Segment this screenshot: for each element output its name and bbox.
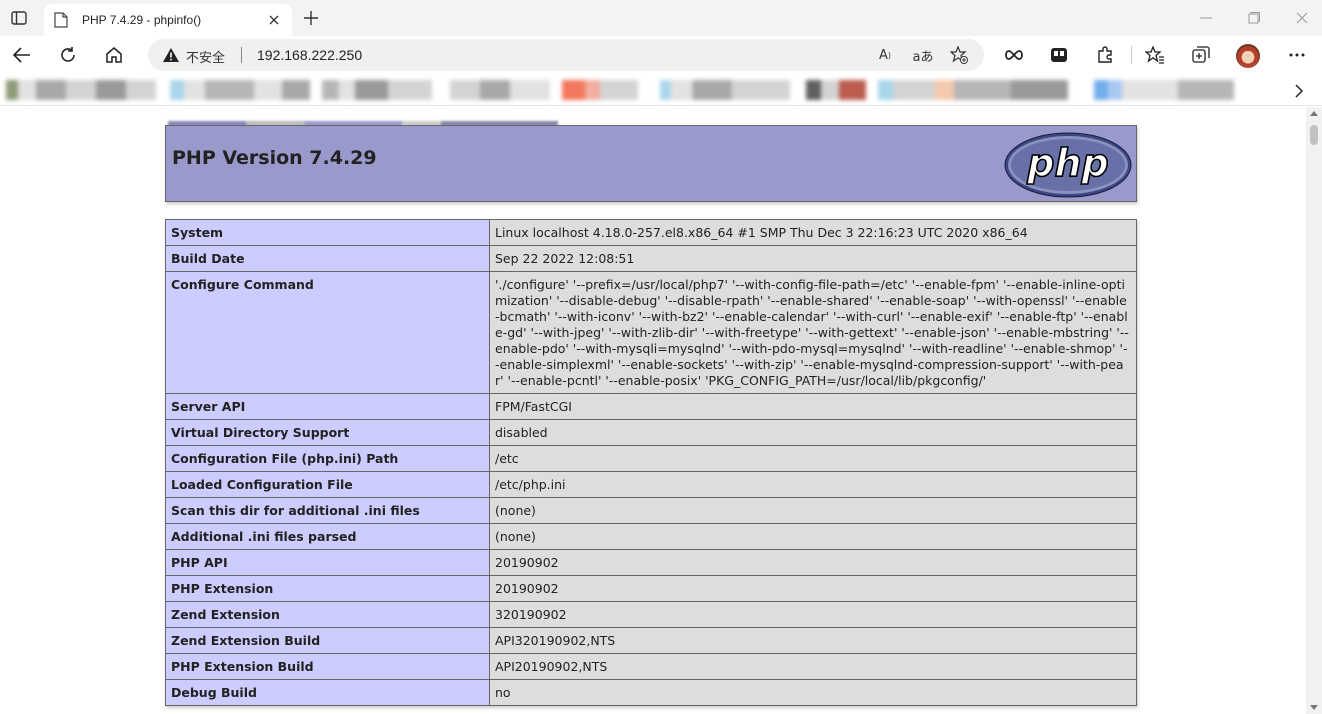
page-title: PHP Version 7.4.29 — [172, 147, 377, 169]
row-value: no — [489, 679, 1137, 706]
url-text[interactable]: 192.168.222.250 — [257, 47, 362, 63]
scroll-thumb[interactable] — [1310, 125, 1318, 145]
row-value: disabled — [489, 419, 1137, 446]
extensions-puzzle-icon[interactable] — [1093, 44, 1117, 66]
favorite-item[interactable] — [6, 80, 156, 100]
favorite-item[interactable] — [806, 80, 866, 100]
favorite-add-icon[interactable] — [948, 45, 970, 65]
separator — [241, 47, 242, 63]
table-row: Virtual Directory Support disabled — [165, 419, 1137, 446]
page-icon — [54, 12, 70, 28]
favorite-item[interactable] — [450, 80, 550, 100]
read-aloud-icon[interactable]: A) — [874, 45, 896, 65]
table-row: Loaded Configuration File/etc/php.ini — [165, 471, 1137, 498]
more-options-icon[interactable] — [1285, 44, 1309, 66]
row-label: Build Date — [165, 245, 490, 272]
row-label: PHP API — [165, 549, 490, 576]
browser-tab[interactable]: PHP 7.4.29 - phpinfo() — [44, 4, 292, 36]
row-label: PHP Extension Build — [165, 653, 490, 680]
chevron-right-icon[interactable] — [1288, 80, 1310, 102]
row-value: /etc/php.ini — [489, 471, 1137, 498]
table-row: PHP API 20190902 — [165, 549, 1137, 576]
refresh-icon[interactable] — [54, 42, 82, 68]
favorite-item[interactable] — [878, 80, 1068, 100]
close-window-icon[interactable] — [1292, 8, 1312, 28]
row-value: './configure' '--prefix=/usr/local/php7'… — [489, 271, 1137, 394]
scroll-down-icon[interactable] — [1310, 705, 1318, 710]
minimize-icon[interactable] — [1196, 8, 1216, 28]
table-row: PHP Extension Build API20190902,NTS — [165, 653, 1137, 680]
favorites-icon[interactable] — [1143, 44, 1167, 66]
row-label: Virtual Directory Support — [165, 419, 490, 446]
table-row: Configure Command './configure' '--prefix… — [165, 271, 1137, 394]
row-label: Zend Extension Build — [165, 627, 490, 654]
scroll-up-icon[interactable] — [1310, 111, 1318, 116]
table-row: Configuration File (php.ini) Path/etc — [165, 445, 1137, 472]
favorite-item[interactable] — [660, 80, 790, 100]
favorite-item[interactable] — [170, 80, 310, 100]
row-label: Loaded Configuration File — [165, 471, 490, 498]
row-value: Sep 22 2022 12:08:51 — [489, 245, 1137, 272]
row-label: Configuration File (php.ini) Path — [165, 445, 490, 472]
back-arrow-icon[interactable] — [8, 42, 36, 68]
collections-icon[interactable] — [1189, 44, 1213, 66]
row-label: PHP Extension — [165, 575, 490, 602]
favorite-item[interactable] — [1094, 80, 1234, 100]
address-bar[interactable]: 不安全 192.168.222.250 A) aあ — [148, 39, 984, 71]
table-row: Zend Extension Build API320190902,NTS — [165, 627, 1137, 654]
tab-strip: PHP 7.4.29 - phpinfo() — [0, 0, 1322, 36]
warning-icon[interactable] — [162, 47, 180, 63]
new-tab-icon[interactable] — [300, 7, 322, 29]
row-value: API20190902,NTS — [489, 653, 1137, 680]
info-table: System Linux localhost 4.18.0-257.el8.x86… — [165, 219, 1137, 706]
row-label: System — [165, 219, 490, 246]
close-tab-icon[interactable] — [266, 12, 282, 28]
row-value: (none) — [489, 523, 1137, 550]
toolbar-divider — [1131, 46, 1132, 64]
row-label: Configure Command — [165, 271, 490, 394]
extension-app-icon[interactable] — [1047, 44, 1071, 66]
vertical-scrollbar[interactable] — [1306, 107, 1322, 714]
row-value: (none) — [489, 497, 1137, 524]
table-row: Build Date Sep 22 2022 12:08:51 — [165, 245, 1137, 272]
row-label: Server API — [165, 393, 490, 420]
php-logo: php — [1004, 132, 1132, 198]
row-value: Linux localhost 4.18.0-257.el8.x86_64 #1… — [489, 219, 1137, 246]
php-header: PHP Version 7.4.29 php — [165, 125, 1137, 202]
row-label: Debug Build — [165, 679, 490, 706]
row-value: /etc — [489, 445, 1137, 472]
row-value: 20190902 — [489, 575, 1137, 602]
infinity-icon[interactable] — [1002, 44, 1026, 66]
page-content: PHP Version 7.4.29 php System Linux local… — [0, 107, 1306, 714]
row-value: FPM/FastCGI — [489, 393, 1137, 420]
row-label: Additional .ini files parsed — [165, 523, 490, 550]
maximize-icon[interactable] — [1244, 8, 1264, 28]
table-row: Server API FPM/FastCGI — [165, 393, 1137, 420]
row-value: 320190902 — [489, 601, 1137, 628]
table-row: Debug Build no — [165, 679, 1137, 706]
favorite-item[interactable] — [322, 80, 432, 100]
tab-title: PHP 7.4.29 - phpinfo() — [82, 13, 202, 27]
row-label: Zend Extension — [165, 601, 490, 628]
favorite-item[interactable] — [562, 80, 638, 100]
logo-text: php — [1026, 141, 1108, 185]
insecure-label[interactable]: 不安全 — [186, 47, 225, 66]
row-value: API320190902,NTS — [489, 627, 1137, 654]
favorites-bar — [0, 74, 1322, 106]
row-label: Scan this dir for additional .ini files — [165, 497, 490, 524]
address-bar-row: 不安全 192.168.222.250 A) aあ — [0, 36, 1322, 74]
table-row: Scan this dir for additional .ini files(… — [165, 497, 1137, 524]
table-row: Additional .ini files parsed (none) — [165, 523, 1137, 550]
table-row: Zend Extension 320190902 — [165, 601, 1137, 628]
profile-avatar[interactable] — [1236, 44, 1260, 68]
tab-actions-icon[interactable] — [6, 6, 32, 30]
table-row: PHP Extension 20190902 — [165, 575, 1137, 602]
table-row: System Linux localhost 4.18.0-257.el8.x86… — [165, 219, 1137, 246]
home-icon[interactable] — [100, 42, 128, 68]
translate-icon[interactable]: aあ — [912, 45, 934, 65]
row-value: 20190902 — [489, 549, 1137, 576]
